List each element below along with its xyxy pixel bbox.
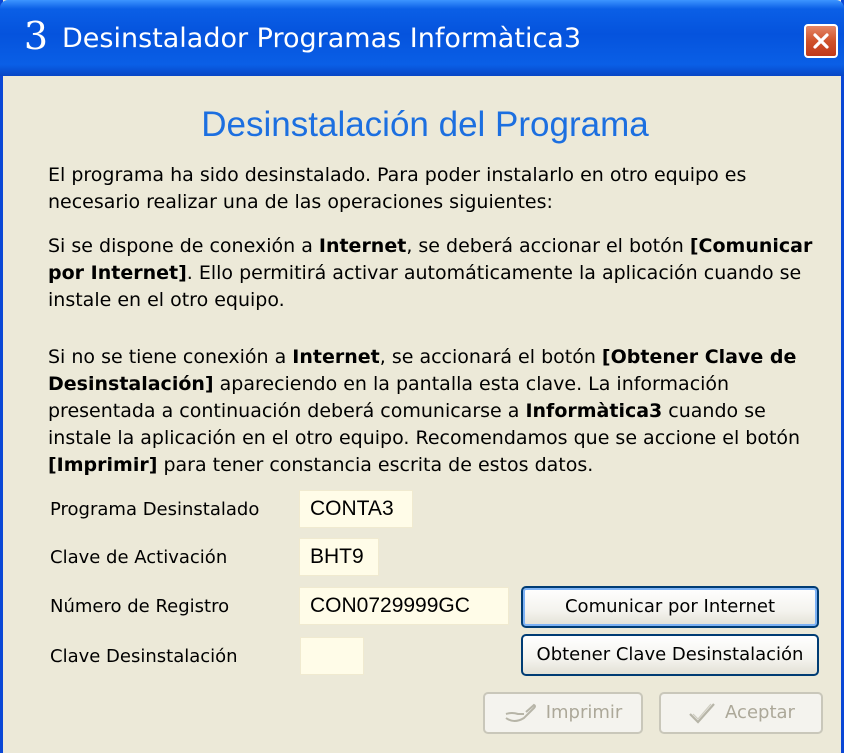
- internet-paragraph: Si se dispone de conexión a Internet, se…: [48, 233, 818, 314]
- registro-value: CON0729999GC: [299, 587, 509, 625]
- title-bar[interactable]: 3 Desinstalador Programas Informàtica3: [0, 0, 844, 76]
- activacion-value: BHT9: [299, 538, 379, 576]
- text-fragment: Si se dispone de conexión a: [48, 235, 319, 257]
- aceptar-button[interactable]: Aceptar: [659, 692, 823, 734]
- page-heading: Desinstalación del Programa: [201, 105, 649, 144]
- print-hand-icon: [505, 703, 536, 722]
- bold-internet: Internet: [318, 235, 407, 257]
- text-fragment: para tener constancia escrita de estos d…: [157, 454, 594, 476]
- comunicar-internet-button[interactable]: Comunicar por Internet: [521, 586, 819, 628]
- bold-internet: Internet: [292, 346, 380, 368]
- uninstaller-window: 3 Desinstalador Programas Informàtica3 D…: [0, 0, 844, 753]
- intro-paragraph: El programa ha sido desinstalado. Para p…: [48, 164, 747, 213]
- close-button[interactable]: [804, 24, 838, 58]
- imprimir-label: Imprimir: [545, 702, 623, 723]
- text-fragment: Si no se tiene conexión a: [48, 346, 293, 368]
- offline-paragraph: Si no se tiene conexión a Internet, se a…: [48, 344, 818, 479]
- registro-label: Número de Registro: [50, 596, 230, 617]
- activacion-label: Clave de Activación: [50, 547, 228, 568]
- text-fragment: , se accionará el botón: [379, 346, 602, 368]
- aceptar-label: Aceptar: [725, 702, 795, 723]
- bold-informatica3: Informàtica3: [525, 400, 663, 422]
- checkmark-icon: [689, 703, 715, 724]
- programa-label: Programa Desinstalado: [50, 499, 260, 520]
- text-fragment: , se deberá accionar el botón: [406, 235, 690, 257]
- close-icon: [813, 33, 829, 49]
- app-logo-icon: 3: [23, 14, 49, 58]
- bold-imprimir: [Imprimir]: [48, 454, 158, 476]
- desinstalacion-value: [300, 637, 364, 675]
- imprimir-button[interactable]: Imprimir: [483, 692, 643, 734]
- programa-value: CONTA3: [299, 490, 413, 528]
- window-title: Desinstalador Programas Informàtica3: [62, 23, 582, 54]
- obtener-clave-button[interactable]: Obtener Clave Desinstalación: [521, 634, 819, 676]
- desinstalacion-label: Clave Desinstalación: [50, 646, 238, 667]
